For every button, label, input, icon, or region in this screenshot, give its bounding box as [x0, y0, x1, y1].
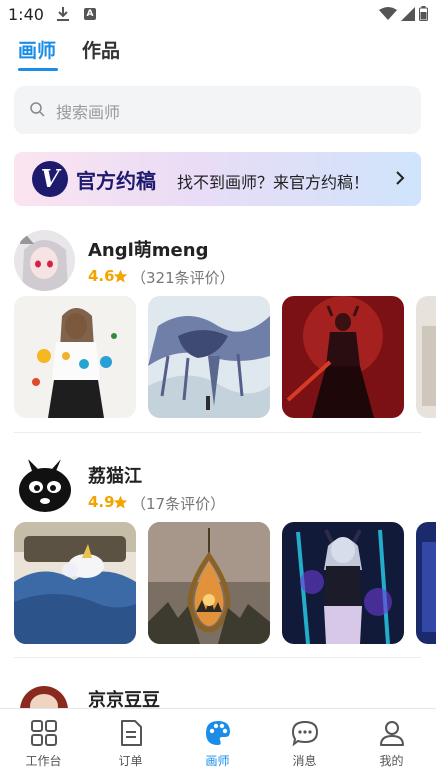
banner-text: 找不到画师？来官方约稿！: [177, 173, 370, 192]
battery-icon: [419, 6, 428, 21]
tab-works[interactable]: 作品: [82, 36, 120, 63]
search-icon: [30, 102, 45, 117]
official-brand: 官方约稿: [76, 169, 156, 193]
tab-artists[interactable]: 画师: [18, 36, 56, 63]
avatar[interactable]: [14, 230, 75, 291]
chevron-right-icon: [396, 171, 405, 185]
app-notification-icon: A: [84, 8, 96, 20]
artist-rating: 4.9: [88, 493, 115, 511]
signal-icon: [401, 6, 415, 21]
nav-artists[interactable]: 画师: [174, 709, 261, 776]
artwork-thumbnail[interactable]: [14, 296, 136, 418]
artist-name[interactable]: Angl萌meng: [88, 236, 208, 262]
artist-rating: 4.6: [88, 267, 115, 285]
divider: [14, 657, 421, 658]
search-placeholder: 搜索画师: [56, 103, 121, 122]
status-bar: 1:40 A: [0, 0, 436, 30]
nav-messages[interactable]: 消息: [261, 709, 348, 776]
star-icon: [113, 495, 128, 509]
artwork-thumbnail[interactable]: [416, 522, 436, 644]
nav-profile[interactable]: 我的: [348, 709, 435, 776]
status-time: 1:40: [8, 5, 44, 24]
official-logo-letter: V: [40, 164, 60, 193]
avatar[interactable]: [14, 455, 75, 516]
search-input[interactable]: 搜索画师: [14, 86, 421, 134]
download-icon: [57, 7, 69, 21]
artist-name[interactable]: 荔猫江: [88, 462, 142, 488]
artwork-thumbnail[interactable]: [148, 522, 270, 644]
status-indicators: [379, 6, 428, 21]
official-commission-banner[interactable]: V 官方约稿 找不到画师？来官方约稿！: [14, 152, 421, 206]
official-logo: V: [32, 161, 68, 197]
active-tab-indicator: [18, 68, 58, 71]
nav-label: 消息: [292, 754, 317, 768]
star-icon: [113, 269, 128, 283]
wifi-icon: [379, 6, 397, 20]
nav-orders[interactable]: 订单: [87, 709, 174, 776]
chat-icon: [291, 720, 319, 747]
artwork-thumbnail[interactable]: [282, 296, 404, 418]
top-tabs: 画师 作品: [0, 30, 436, 74]
artwork-thumbnail[interactable]: [416, 296, 436, 418]
person-icon: [380, 721, 404, 746]
nav-label: 画师: [205, 754, 230, 768]
grid-icon: [31, 720, 57, 746]
artist-review-count: （321条评价）: [131, 269, 235, 287]
nav-label: 我的: [379, 754, 404, 768]
divider: [14, 432, 421, 433]
nav-workbench[interactable]: 工作台: [0, 709, 87, 776]
palette-icon: [206, 721, 230, 745]
nav-label: 工作台: [25, 754, 62, 768]
nav-label: 订单: [118, 754, 143, 768]
artwork-thumbnail[interactable]: [14, 522, 136, 644]
document-icon: [121, 720, 142, 746]
artist-review-count: （17条评价）: [131, 495, 226, 513]
artwork-thumbnail[interactable]: [282, 522, 404, 644]
bottom-nav: 工作台 订单 画师 消息 我的: [0, 708, 436, 776]
avatar[interactable]: [14, 680, 75, 708]
artwork-thumbnail[interactable]: [148, 296, 270, 418]
